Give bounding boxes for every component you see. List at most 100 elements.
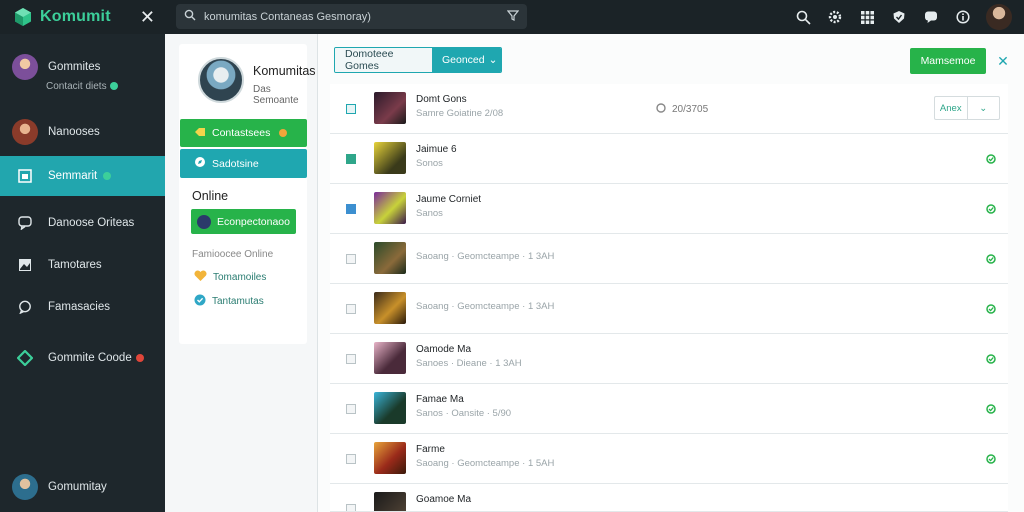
status-badge <box>109 82 118 91</box>
profile-avatar <box>198 57 244 103</box>
item-thumbnail <box>374 292 406 324</box>
item-thumbnail <box>374 392 406 424</box>
tab-geonced[interactable]: Geonced ⌄ <box>432 48 501 72</box>
gear-icon[interactable] <box>826 8 844 26</box>
item-title: Farme <box>416 444 445 455</box>
row-checkbox[interactable] <box>346 454 356 464</box>
brand: Komumit ✕ <box>0 6 165 28</box>
chat-icon[interactable] <box>922 8 940 26</box>
sidebar-item-label: Nanooses <box>48 126 100 138</box>
top-bar: Komumit ✕ <box>0 0 1024 34</box>
sidebar-item-label: Semmarit <box>48 170 98 182</box>
list-item[interactable]: Farme Saoang · Geomcteampe · 1 5AH <box>330 434 1008 484</box>
list-item[interactable]: Famae Ma Sanos · Oansite · 5/90 <box>330 384 1008 434</box>
list-item[interactable]: Saoang · Geomcteampe · 1 3AH <box>330 284 1008 334</box>
item-thumbnail <box>374 442 406 474</box>
search-input[interactable] <box>204 10 499 23</box>
item-title: Domt Gons <box>416 94 467 105</box>
check-icon[interactable] <box>986 254 996 264</box>
top-icons <box>794 0 1024 34</box>
message-icon <box>12 300 38 314</box>
sidebar-item-label: Gommites <box>48 61 101 73</box>
clock-icon <box>656 103 666 116</box>
sidebar-item-gomumitay[interactable]: Gomumitay <box>0 470 165 504</box>
chevron-down-icon: ⌄ <box>966 97 1000 119</box>
profile-card: Komumitas Das Semoante Contastsees Sadot… <box>179 44 316 344</box>
sidebar-item-danoose-oriteas[interactable]: Danoose Oriteas <box>0 207 165 239</box>
status-badge <box>103 172 112 180</box>
item-subtitle: Sanoes · Dieane · 1 3AH <box>416 358 522 369</box>
calendar-icon <box>12 169 38 183</box>
contacts-button[interactable]: Contastsees <box>180 119 307 147</box>
check-circle-icon <box>194 294 206 309</box>
item-thumbnail <box>374 142 406 174</box>
item-subtitle: Sanos <box>416 208 443 219</box>
close-icon[interactable]: ✕ <box>140 7 155 28</box>
shield-icon[interactable] <box>890 8 908 26</box>
sidebar-item-nanooses[interactable]: Nanooses <box>0 116 165 148</box>
compass-icon <box>194 156 206 171</box>
sidebar-item-gommite-coode[interactable]: Gommite Coode <box>0 342 165 374</box>
profile-panel: Komumitas Das Semoante Contastsees Sadot… <box>165 34 318 512</box>
list-item[interactable]: Goamoe Ma <box>330 484 1008 512</box>
check-icon[interactable] <box>986 354 996 364</box>
list-item[interactable]: Domt Gons Samre Goiatine 2/08 20/3705 An… <box>330 84 1008 134</box>
online-button[interactable]: Econpectonaoo <box>191 209 296 234</box>
sidebar-item-semmarit[interactable]: Semmarit <box>0 156 165 196</box>
sidebar-item-tamotares[interactable]: Tamotares <box>0 249 165 281</box>
sidebar-item-famasacies[interactable]: Famasacies <box>0 291 165 323</box>
chat-icon <box>12 216 38 230</box>
status-button[interactable]: Sadotsine <box>180 149 307 178</box>
heart-icon <box>194 270 207 285</box>
check-icon[interactable] <box>986 204 996 214</box>
primary-action-button[interactable]: Mamsemoe <box>910 48 986 74</box>
search-icon[interactable] <box>794 8 812 26</box>
item-title: Oamode Ma <box>416 344 472 355</box>
row-checkbox[interactable] <box>346 504 356 511</box>
search-bar[interactable] <box>176 4 527 29</box>
segment-control: Domoteee Gomes Geonced ⌄ <box>334 47 502 73</box>
row-checkbox[interactable] <box>346 104 356 114</box>
online-subheading: Famioocee Online <box>192 249 274 260</box>
notification-badge <box>135 354 144 362</box>
image-icon <box>12 258 38 272</box>
sidebar-item-label: Famasacies <box>48 301 110 313</box>
grid-icon[interactable] <box>858 8 876 26</box>
row-checkbox[interactable] <box>346 204 356 214</box>
check-icon[interactable] <box>986 454 996 464</box>
check-icon[interactable] <box>986 304 996 314</box>
check-icon[interactable] <box>986 404 996 414</box>
list-item[interactable]: Jaimue 6 Sonos <box>330 134 1008 184</box>
cube-icon <box>12 350 38 366</box>
list-item[interactable]: Oamode Ma Sanoes · Dieane · 1 3AH <box>330 334 1008 384</box>
list-item[interactable]: Saoang · Geomcteampe · 1 3AH <box>330 234 1008 284</box>
avatar <box>12 119 38 145</box>
item-meta: 20/3705 <box>656 103 708 116</box>
filter-icon[interactable] <box>506 9 520 24</box>
row-checkbox[interactable] <box>346 404 356 414</box>
list-item[interactable]: Jaume Corniet Sanos <box>330 184 1008 234</box>
tab-domoteee-gomes[interactable]: Domoteee Gomes <box>335 48 432 72</box>
item-title: Jaimue 6 <box>416 144 457 155</box>
check-icon[interactable] <box>986 154 996 164</box>
sidebar-item-label: Tamotares <box>48 259 102 271</box>
link-tantamutas[interactable]: Tantamutas <box>194 294 264 309</box>
avatar <box>197 214 211 229</box>
item-thumbnail <box>374 492 406 511</box>
item-subtitle: Samre Goiatine 2/08 <box>416 108 504 119</box>
close-icon[interactable]: ✕ <box>994 52 1012 70</box>
row-checkbox[interactable] <box>346 154 356 164</box>
row-action-pill[interactable]: Anex ⌄ <box>934 96 1000 120</box>
row-action-label: Anex <box>939 102 962 114</box>
info-icon[interactable] <box>954 8 972 26</box>
avatar <box>12 474 38 500</box>
row-checkbox[interactable] <box>346 354 356 364</box>
avatar <box>12 54 38 80</box>
link-tomamoiles[interactable]: Tomamoiles <box>194 270 266 285</box>
chevron-down-icon: ⌄ <box>488 54 498 66</box>
item-subtitle: Sonos <box>416 158 443 169</box>
row-checkbox[interactable] <box>346 304 356 314</box>
sidebar-item-label: Gomumitay <box>48 481 107 493</box>
user-avatar[interactable] <box>986 4 1012 30</box>
row-checkbox[interactable] <box>346 254 356 264</box>
